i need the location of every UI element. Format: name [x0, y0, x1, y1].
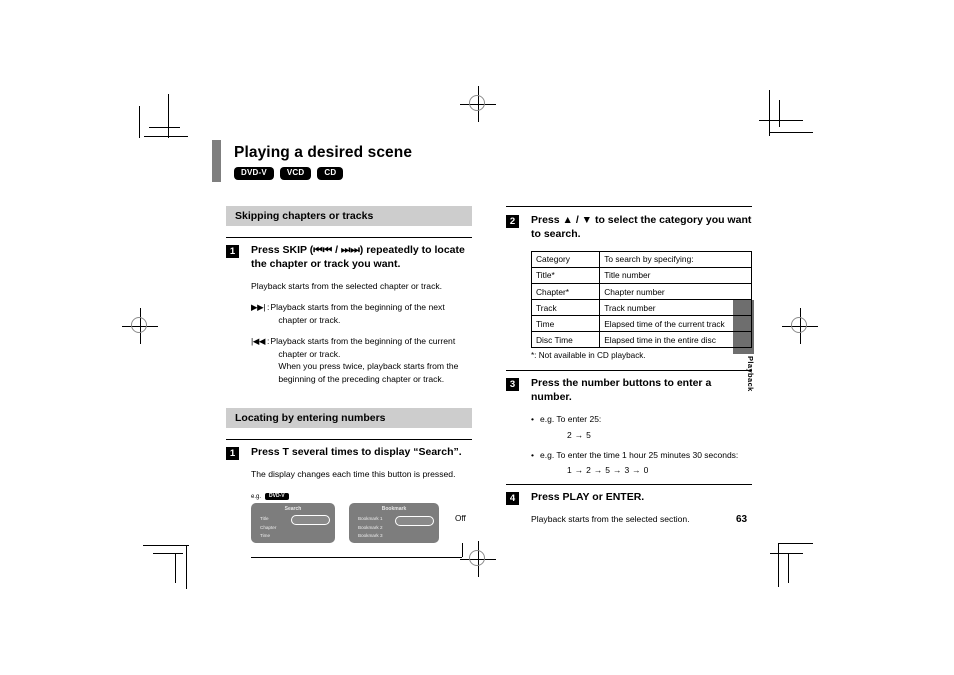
osd-input-field: [395, 516, 434, 527]
bullet-text: e.g. To enter the time 1 hour 25 minutes…: [540, 449, 739, 460]
section-heading-locating: Locating by entering numbers: [226, 408, 472, 429]
osd-panel-search-items: Title Chapter Time: [260, 515, 276, 539]
registration-mark-right: [782, 308, 818, 344]
osd-panel-bookmark: Bookmark Bookmark 1 Bookmark 2 Bookmark …: [349, 503, 439, 544]
table-cell-description: Chapter number: [599, 283, 752, 301]
step-1-skipping: 1 Press SKIP (⏮⏮ / ⏭⏭) repeatedly to loc…: [226, 244, 472, 272]
definition-next-track: ▶▶|: Playback starts from the beginning …: [251, 301, 472, 326]
table-cell-category: Title*: [530, 266, 601, 285]
osd-item-time: Time: [260, 532, 271, 538]
right-column: 2 Press ▲ / ▼ to select the category you…: [506, 206, 752, 525]
table-cell-category: Time: [530, 315, 601, 333]
disc-badge-dvdv: DVD-V: [234, 167, 274, 180]
table-cell-category: Chapter*: [530, 283, 601, 301]
osd-item-bookmark-3: Bookmark 3: [358, 532, 383, 538]
table-header-description: To search by specifying:: [599, 250, 752, 268]
manual-page: Playback 63 Playing a desired scene DVD-…: [0, 0, 954, 675]
category-table: Category To search by specifying: Title*…: [530, 250, 752, 349]
skip-back-icon: |◀◀:: [251, 336, 270, 347]
sequence-example-1: 2 → 5: [567, 429, 592, 440]
step-3-bullets: • e.g. To enter 25: 2 → 5 • e.g. To ente…: [506, 413, 752, 475]
bullet-dot: •: [531, 414, 534, 425]
table-footnote: *: Not available in CD playback.: [531, 351, 646, 361]
osd-panel-bookmark-title: Bookmark: [381, 506, 407, 513]
osd-eg-disc-badge: DVD-V: [265, 493, 289, 501]
osd-example: e.g. DVD-V Search Title Chapter Time Boo…: [226, 493, 472, 565]
page-content: Playing a desired scene DVD-V VCD CD Ski…: [212, 138, 757, 559]
osd-example-caption: e.g. DVD-V: [251, 493, 472, 501]
step-1-locating-body: The display changes each time this butto…: [251, 469, 456, 480]
definition-text: Playback starts from the beginning of th…: [270, 336, 459, 384]
step-4-body: Playback starts from the selected sectio…: [531, 513, 690, 524]
registration-mark-top: [460, 86, 496, 122]
osd-item-bookmark-1: Bookmark 1: [358, 516, 383, 522]
bullet-item: • e.g. To enter the time 1 hour 25 minut…: [531, 449, 752, 461]
rule-above-step: [506, 206, 752, 207]
step-2: 2 Press ▲ / ▼ to select the category you…: [506, 214, 752, 242]
table-row-header: Category To search by specifying:: [530, 250, 752, 268]
step-3: 3 Press the number buttons to enter a nu…: [506, 377, 752, 405]
section-heading-skipping: Skipping chapters or tracks: [226, 206, 472, 226]
step-title: Press PLAY or ENTER.: [531, 490, 645, 503]
bullet-dot: •: [531, 449, 534, 460]
step-number: 4: [506, 491, 519, 505]
category-table-wrap: Category To search by specifying: Title*…: [506, 250, 752, 349]
table-cell-description: Elapsed time of the current track: [599, 315, 752, 333]
table-row: Track Track number: [530, 299, 752, 317]
table-cell-description: Elapsed time in the entire disc: [599, 331, 752, 349]
osd-item-bookmark-2: Bookmark 2: [358, 524, 383, 530]
rule-above-step: [506, 483, 752, 485]
osd-panel-search-title: Search: [284, 506, 302, 513]
page-title: Playing a desired scene: [234, 144, 413, 161]
definition-text: Playback starts from the beginning of th…: [270, 302, 445, 325]
step-number: 3: [506, 378, 519, 392]
step-1-body: Playback starts from the selected chapte…: [251, 280, 443, 291]
step-title: Press T several times to display “Search…: [251, 446, 462, 459]
table-row: Title* Title number: [530, 266, 752, 285]
step-title: Press the number buttons to enter a numb…: [531, 377, 712, 404]
step-number: 2: [506, 215, 519, 228]
table-row: Time Elapsed time of the current track: [530, 315, 752, 333]
bullet-item: • e.g. To enter 25:: [531, 413, 752, 425]
registration-mark-left: [122, 308, 158, 344]
rule-above-step: [226, 237, 472, 238]
table-cell-category: Disc Time: [530, 331, 601, 349]
osd-panel-search: Search Title Chapter Time: [251, 503, 335, 544]
table-row: Disc Time Elapsed time in the entire dis…: [530, 331, 752, 349]
osd-item-chapter: Chapter: [260, 524, 277, 530]
bullet-text: e.g. To enter 25:: [540, 414, 602, 425]
osd-panel-bookmark-items: Bookmark 1 Bookmark 2 Bookmark 3: [358, 515, 383, 539]
step-number: 1: [226, 245, 239, 258]
osd-item-title: Title: [260, 516, 269, 522]
table-cell-category: Track: [530, 299, 601, 317]
step-title: Press SKIP (⏮⏮ / ⏭⏭) repeatedly to locat…: [251, 244, 465, 270]
disc-badge-group: DVD-V VCD CD: [234, 167, 344, 180]
table-row: Chapter* Chapter number: [530, 283, 752, 301]
osd-connector-lines: [251, 543, 472, 565]
table-header-category: Category: [530, 250, 601, 268]
sequence-example-2: 1 → 2 → 5 → 3 → 0: [567, 464, 649, 475]
rule-above-step: [506, 370, 752, 372]
osd-off-label: Off: [455, 514, 466, 524]
skip-forward-icon: ▶▶|:: [251, 302, 270, 313]
title-accent-bar: [212, 140, 221, 182]
osd-eg-label: e.g.: [251, 493, 262, 500]
osd-input-field: [291, 515, 330, 526]
step-4: 4 Press PLAY or ENTER.: [506, 491, 752, 505]
step-1-locating: 1 Press T several times to display “Sear…: [226, 446, 472, 461]
step-number: 1: [226, 447, 239, 461]
table-cell-description: Track number: [599, 299, 752, 317]
rule-above-step: [226, 439, 472, 441]
skip-symbol-definitions: ▶▶|: Playback starts from the beginning …: [226, 301, 472, 385]
disc-badge-vcd: VCD: [279, 167, 312, 180]
definition-current-track: |◀◀: Playback starts from the beginning …: [251, 335, 472, 385]
disc-badge-cd: CD: [317, 167, 344, 180]
table-cell-description: Title number: [599, 266, 752, 285]
step-title: Press ▲ / ▼ to select the category you w…: [531, 214, 752, 240]
left-column: Skipping chapters or tracks 1 Press SKIP…: [226, 206, 472, 565]
osd-panels-row: Search Title Chapter Time Bookmark Bookm…: [251, 503, 472, 544]
